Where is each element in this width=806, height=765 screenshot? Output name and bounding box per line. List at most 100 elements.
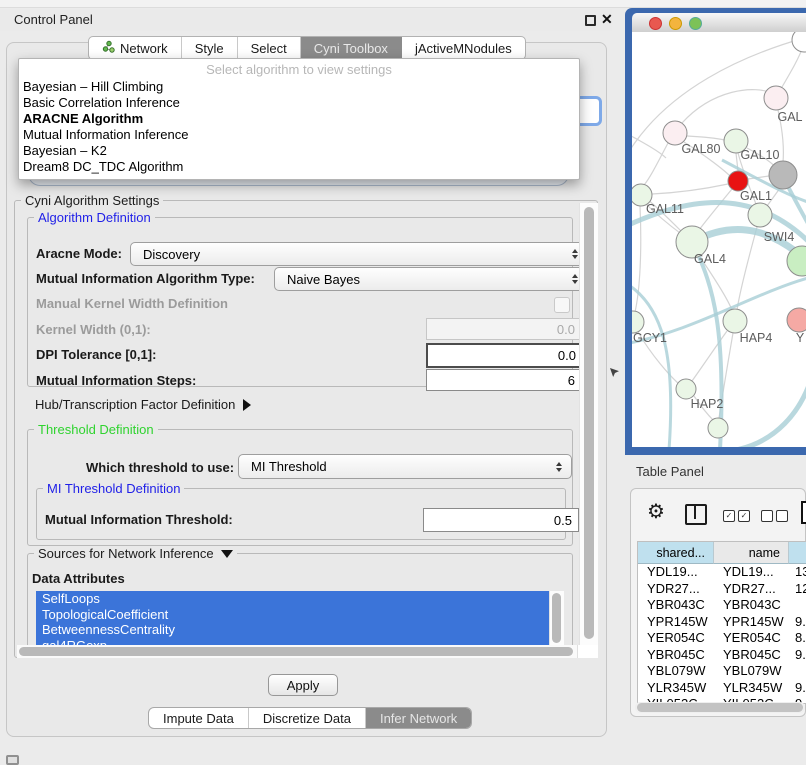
algorithm-dropdown-popup: Select algorithm to view settings Bayesi… <box>18 58 580 180</box>
mi-threshold-definition-group: MI Threshold Definition Mutual Informati… <box>36 488 566 540</box>
table-body: YDL19...YDL19...13YDR27...YDR27...12YBR0… <box>638 564 806 704</box>
node-label-gal10: GAL10 <box>741 148 780 162</box>
mi-steps-input[interactable] <box>426 369 582 391</box>
algorithm-item-mutual-information-inference[interactable]: Mutual Information Inference <box>19 127 579 143</box>
node-hap4[interactable] <box>723 309 747 333</box>
algorithm-item-dream8-dc-tdc-algorithm[interactable]: Dream8 DC_TDC Algorithm <box>19 159 579 175</box>
network-edge[interactable] <box>687 136 725 140</box>
dpi-tolerance-label: DPI Tolerance [0,1]: <box>36 347 156 362</box>
bottom-tab-discretize-data[interactable]: Discretize Data <box>249 708 366 728</box>
apply-button[interactable]: Apply <box>268 674 338 696</box>
network-edge-highlighted[interactable] <box>694 246 722 447</box>
checkbox-unchecked-icon <box>761 510 773 522</box>
tab-style[interactable]: Style <box>182 37 238 59</box>
node-gal[interactable] <box>764 86 788 110</box>
network-window-titlebar[interactable] <box>632 13 806 33</box>
network-icon <box>102 40 115 56</box>
algorithm-item-basic-correlation-inference[interactable]: Basic Correlation Inference <box>19 95 579 111</box>
algorithm-item-bayesian-hill-climbing[interactable]: Bayesian – Hill Climbing <box>19 79 579 95</box>
network-edge[interactable] <box>652 184 728 194</box>
table-row[interactable]: YDR27...YDR27...12 <box>638 581 806 598</box>
node-unlabeled[interactable] <box>708 418 728 438</box>
node-unlabeled[interactable] <box>792 32 806 52</box>
column-header-name[interactable]: name <box>714 542 789 564</box>
dpi-tolerance-input[interactable] <box>426 343 584 368</box>
hub-tf-definition-toggle[interactable]: Hub/Transcription Factor Definition <box>35 397 251 412</box>
algorithm-dropdown-placeholder: Select algorithm to view settings <box>19 59 579 79</box>
attribute-item-selfloops[interactable]: SelfLoops <box>36 591 549 607</box>
close-traffic-light-icon[interactable] <box>649 17 662 30</box>
unchecked-columns-icon[interactable] <box>761 510 788 522</box>
table-row[interactable]: YBL079WYBL079W <box>638 663 806 680</box>
network-edge[interactable] <box>644 143 668 185</box>
node-y[interactable] <box>787 308 806 332</box>
node-hap2[interactable] <box>676 379 696 399</box>
bottom-tab-bar: Impute DataDiscretize DataInfer Network <box>148 707 472 729</box>
tab-cyni-toolbox[interactable]: Cyni Toolbox <box>301 37 402 59</box>
table-row[interactable]: YDL19...YDL19...13 <box>638 564 806 581</box>
mi-steps-label: Mutual Information Steps: <box>36 373 196 388</box>
aracne-mode-select[interactable]: Discovery <box>130 242 588 266</box>
attribute-item-topologicalcoefficient[interactable]: TopologicalCoefficient <box>36 607 549 623</box>
algorithm-item-bayesian-k2[interactable]: Bayesian – K2 <box>19 143 579 159</box>
table-cell: YDL19... <box>714 564 789 581</box>
node-swi4[interactable] <box>748 203 772 227</box>
column-header-a[interactable]: A <box>789 542 806 564</box>
which-threshold-label: Which threshold to use: <box>86 460 234 475</box>
table-row[interactable]: YBR045CYBR045C9. <box>638 647 806 664</box>
network-edge[interactable] <box>782 46 803 87</box>
table-cell: 12 <box>789 581 806 598</box>
zoom-traffic-light-icon[interactable] <box>689 17 702 30</box>
tab-jactivemnodules[interactable]: jActiveMNodules <box>402 37 525 59</box>
table-cell: YBR043C <box>714 597 789 614</box>
attributes-scrollbar-thumb[interactable] <box>552 593 561 643</box>
column-header-shared-[interactable]: shared... <box>638 542 714 564</box>
network-edge[interactable] <box>699 189 732 230</box>
close-icon[interactable]: ✕ <box>601 11 613 28</box>
table-row[interactable]: YER054CYER054C8. <box>638 630 806 647</box>
settings-hscrollbar-thumb[interactable] <box>19 647 573 656</box>
attribute-item-betweennesscentrality[interactable]: BetweennessCentrality <box>36 622 549 638</box>
network-edge[interactable] <box>682 90 774 123</box>
float-window-icon[interactable] <box>585 15 596 26</box>
algorithm-item-aracne-algorithm[interactable]: ARACNE Algorithm <box>19 111 579 127</box>
node-label-gcy1: GCY1 <box>633 331 667 345</box>
which-threshold-select[interactable]: MI Threshold <box>238 454 572 479</box>
aracne-mode-value: Discovery <box>143 247 200 262</box>
network-edge-highlighted[interactable] <box>736 370 806 447</box>
column-layout-icon[interactable] <box>685 504 707 525</box>
bottom-tab-infer-network[interactable]: Infer Network <box>366 708 471 728</box>
checked-columns-icon[interactable]: ✓ ✓ <box>723 510 750 522</box>
mi-type-select[interactable]: Naive Bayes <box>274 267 588 291</box>
stepper-icon <box>556 462 562 472</box>
checkbox-checked-icon: ✓ <box>723 510 735 522</box>
table-row[interactable]: YPR145WYPR145W9. <box>638 614 806 631</box>
bottom-tab-impute-data[interactable]: Impute Data <box>149 708 249 728</box>
node-gcy1[interactable] <box>632 311 644 333</box>
network-edge[interactable] <box>632 132 666 158</box>
tab-select[interactable]: Select <box>238 37 301 59</box>
node-unlabeled[interactable] <box>769 161 797 189</box>
network-edge-highlighted[interactable] <box>632 282 671 447</box>
table-row[interactable]: YBR043CYBR043C <box>638 597 806 614</box>
table-row[interactable]: YLR345WYLR345W9. <box>638 680 806 697</box>
document-icon[interactable] <box>801 501 806 524</box>
tab-network[interactable]: Network <box>89 37 182 59</box>
network-canvas[interactable]: GALGAL80GAL10GAL1GAL11SWI4GAL4GCY1HAP4YH… <box>632 32 806 447</box>
threshold-definition-title: Threshold Definition <box>34 422 158 437</box>
table-cell: YBL079W <box>714 663 789 680</box>
node-gal1[interactable] <box>728 171 748 191</box>
table-hscrollbar-thumb[interactable] <box>637 703 803 712</box>
gear-icon[interactable]: ⚙ <box>647 499 665 524</box>
kernel-width-input[interactable] <box>426 318 582 340</box>
algorithm-definition-group: Algorithm Definition Aracne Mode: Discov… <box>27 217 573 387</box>
minimize-traffic-light-icon[interactable] <box>669 17 682 30</box>
table-cell: YPR145W <box>714 614 789 631</box>
tab-label: jActiveMNodules <box>415 41 512 56</box>
manual-kernel-checkbox[interactable] <box>554 297 570 313</box>
mi-threshold-definition-title: MI Threshold Definition <box>43 481 184 496</box>
mi-threshold-input[interactable] <box>423 508 579 532</box>
settings-vscrollbar-thumb[interactable] <box>584 207 594 639</box>
node-label-gal: GAL <box>777 110 802 124</box>
sources-toggle[interactable]: Sources for Network Inference <box>34 546 237 561</box>
